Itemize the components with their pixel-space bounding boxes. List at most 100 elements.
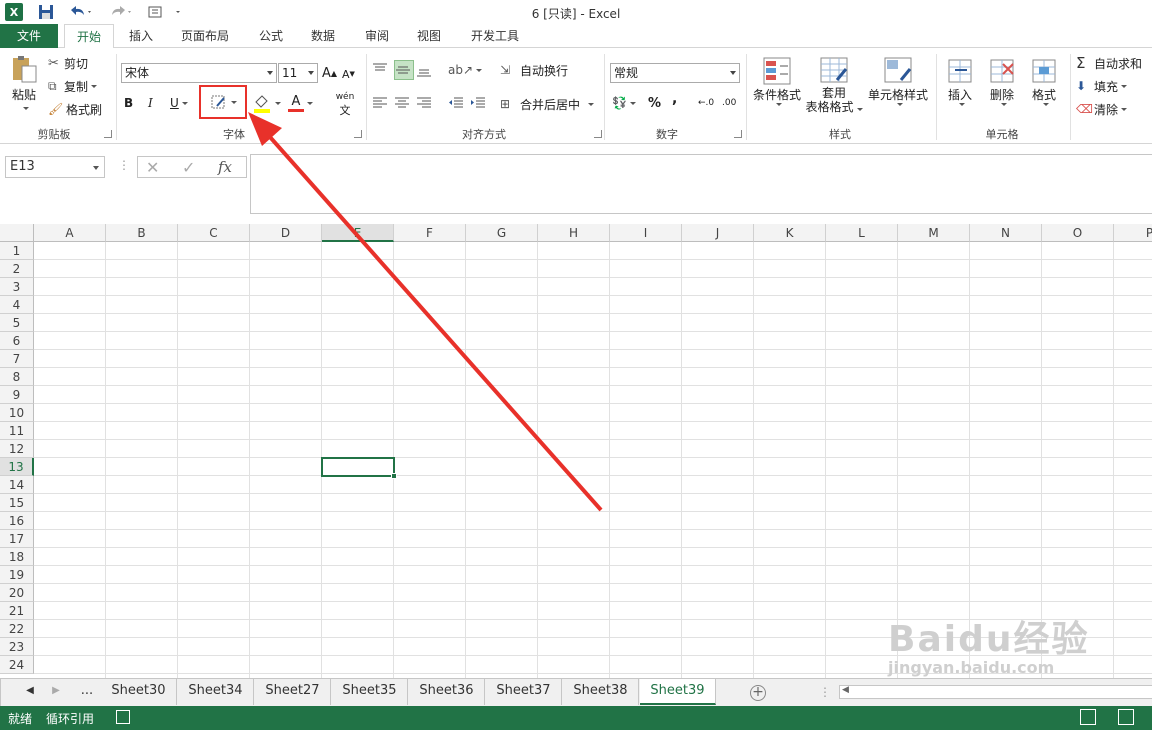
number-format-combo[interactable]: 常规: [610, 63, 740, 83]
accounting-format-button[interactable]: 💱: [612, 94, 642, 112]
fill-color-button[interactable]: [252, 92, 284, 114]
font-color-button[interactable]: A: [288, 92, 318, 114]
row-header-11[interactable]: 11: [0, 422, 34, 440]
format-as-table-button[interactable]: 套用 表格格式: [806, 56, 863, 126]
row-header-13[interactable]: 13: [0, 458, 34, 476]
font-name-combo[interactable]: 宋体: [121, 63, 277, 83]
row-header-23[interactable]: 23: [0, 638, 34, 656]
conditional-formatting-button[interactable]: 条件格式: [750, 56, 804, 122]
row-header-15[interactable]: 15: [0, 494, 34, 512]
row-header-10[interactable]: 10: [0, 404, 34, 422]
row-header-8[interactable]: 8: [0, 368, 34, 386]
row-header-18[interactable]: 18: [0, 548, 34, 566]
column-header-g[interactable]: G: [466, 224, 538, 242]
column-header-d[interactable]: D: [250, 224, 322, 242]
column-header-a[interactable]: A: [34, 224, 106, 242]
underline-button[interactable]: U: [170, 94, 194, 112]
sheet-tab-sheet27[interactable]: Sheet27: [255, 679, 331, 705]
tab-review[interactable]: 审阅: [356, 24, 398, 48]
autosum-button[interactable]: Σ 自动求和: [1076, 54, 1142, 72]
sheet-tab-sheet39[interactable]: Sheet39: [640, 679, 716, 705]
middle-align-button[interactable]: [394, 60, 414, 80]
right-align-button[interactable]: [416, 94, 436, 112]
insert-function-button[interactable]: fx: [218, 158, 232, 176]
page-layout-view-icon[interactable]: [1118, 709, 1134, 725]
column-header-e[interactable]: E: [322, 224, 394, 242]
row-header-16[interactable]: 16: [0, 512, 34, 530]
column-header-j[interactable]: J: [682, 224, 754, 242]
phonetic-button[interactable]: wén 文: [330, 92, 360, 117]
column-header-p[interactable]: P: [1114, 224, 1152, 242]
tab-page-layout[interactable]: 页面布局: [172, 24, 238, 48]
tab-data[interactable]: 数据: [302, 24, 344, 48]
cell-styles-button[interactable]: 单元格样式: [866, 56, 930, 122]
row-header-19[interactable]: 19: [0, 566, 34, 584]
normal-view-icon[interactable]: [1080, 709, 1096, 725]
cancel-icon[interactable]: ✕: [146, 158, 159, 177]
row-header-22[interactable]: 22: [0, 620, 34, 638]
column-header-f[interactable]: F: [394, 224, 466, 242]
column-header-m[interactable]: M: [898, 224, 970, 242]
bottom-align-button[interactable]: [416, 60, 436, 80]
merge-center-button[interactable]: ⊞ 合并后居中: [500, 94, 595, 114]
tab-home[interactable]: 开始: [64, 24, 114, 49]
format-painter-button[interactable]: 🖌 格式刷: [48, 100, 102, 118]
tab-file[interactable]: 文件: [0, 24, 58, 48]
orientation-button[interactable]: ab↗: [448, 60, 483, 80]
column-header-b[interactable]: B: [106, 224, 178, 242]
row-header-3[interactable]: 3: [0, 278, 34, 296]
decrease-indent-button[interactable]: [448, 94, 468, 112]
formula-bar-splitter[interactable]: ⋮: [118, 158, 130, 172]
format-cells-button[interactable]: 格式: [1026, 56, 1062, 122]
wrap-text-button[interactable]: ⇲ 自动换行: [500, 60, 568, 80]
font-launcher[interactable]: [354, 130, 362, 138]
row-header-24[interactable]: 24: [0, 656, 34, 674]
increase-indent-button[interactable]: [470, 94, 490, 112]
select-all-corner[interactable]: [0, 224, 34, 242]
column-header-l[interactable]: L: [826, 224, 898, 242]
row-header-20[interactable]: 20: [0, 584, 34, 602]
tab-formulas[interactable]: 公式: [250, 24, 292, 48]
increase-decimal-button[interactable]: ←.0: [698, 94, 718, 112]
copy-button[interactable]: ⧉ 复制: [48, 77, 98, 95]
paste-button[interactable]: 粘贴: [6, 54, 42, 118]
scroll-left-arrow-icon[interactable]: ◀: [842, 685, 849, 695]
sheet-tab-sheet34[interactable]: Sheet34: [178, 679, 254, 705]
row-header-14[interactable]: 14: [0, 476, 34, 494]
column-header-c[interactable]: C: [178, 224, 250, 242]
left-align-button[interactable]: [372, 94, 392, 112]
decrease-font-button[interactable]: A ▼: [342, 65, 358, 83]
more-sheets-button[interactable]: ...: [73, 679, 101, 705]
increase-font-button[interactable]: A ▲: [322, 64, 338, 82]
alignment-launcher[interactable]: [594, 130, 602, 138]
clipboard-launcher[interactable]: [104, 130, 112, 138]
fill-handle[interactable]: [391, 473, 397, 479]
row-header-5[interactable]: 5: [0, 314, 34, 332]
row-header-9[interactable]: 9: [0, 386, 34, 404]
font-size-combo[interactable]: 11: [278, 63, 318, 83]
column-header-h[interactable]: H: [538, 224, 610, 242]
delete-cells-button[interactable]: 删除: [984, 56, 1020, 122]
fill-button[interactable]: ⬇ 填充: [1076, 77, 1128, 95]
row-header-21[interactable]: 21: [0, 602, 34, 620]
tab-splitter[interactable]: ⋮: [819, 685, 831, 699]
sheet-tab-sheet37[interactable]: Sheet37: [486, 679, 562, 705]
row-header-1[interactable]: 1: [0, 242, 34, 260]
add-sheet-button[interactable]: +: [743, 679, 773, 705]
cut-button[interactable]: ✂ 剪切: [48, 54, 88, 72]
tab-insert[interactable]: 插入: [118, 24, 164, 48]
scroll-right-icon[interactable]: ▶: [45, 679, 67, 705]
clear-button[interactable]: ⌫ 清除: [1076, 100, 1128, 118]
sheet-tab-sheet30[interactable]: Sheet30: [101, 679, 177, 705]
horizontal-scrollbar[interactable]: ◀: [839, 685, 1152, 699]
active-cell[interactable]: [321, 457, 395, 477]
number-launcher[interactable]: [734, 130, 742, 138]
column-header-o[interactable]: O: [1042, 224, 1114, 242]
name-box[interactable]: E13: [5, 156, 105, 178]
sheet-tab-sheet35[interactable]: Sheet35: [332, 679, 408, 705]
percent-button[interactable]: %: [648, 94, 664, 112]
formula-input[interactable]: [250, 154, 1152, 214]
row-header-4[interactable]: 4: [0, 296, 34, 314]
scroll-left-icon[interactable]: ◀: [19, 679, 41, 705]
insert-cells-button[interactable]: 插入: [942, 56, 978, 122]
